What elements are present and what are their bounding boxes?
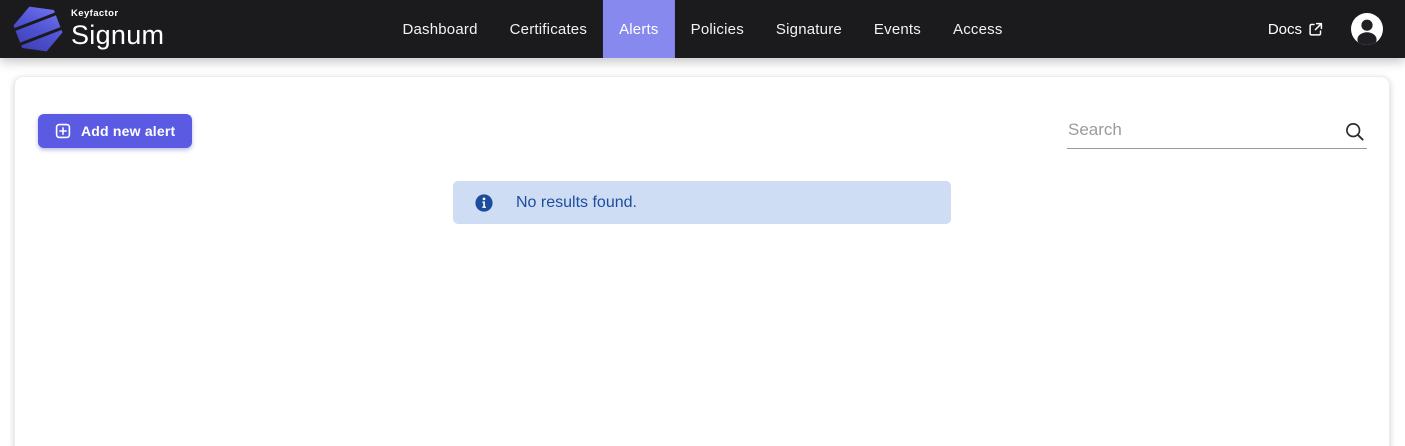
brand-product-name: Signum [71,22,164,49]
alerts-toolbar: Add new alert [15,77,1389,149]
user-avatar-button[interactable] [1350,12,1384,46]
docs-link[interactable]: Docs [1268,21,1323,38]
nav-item-certificates[interactable]: Certificates [494,0,603,58]
alerts-panel: Add new alert No results found. [14,76,1390,446]
docs-link-label: Docs [1268,21,1302,38]
main-navigation: Dashboard Certificates Alerts Policies S… [386,0,1018,58]
nav-item-policies[interactable]: Policies [675,0,760,58]
keyfactor-hexagon-icon [12,5,64,53]
brand-company-name: Keyfactor [71,9,164,19]
brand-logo[interactable]: Keyfactor Signum [0,5,164,53]
nav-item-alerts[interactable]: Alerts [603,0,675,58]
info-circle-icon [475,194,493,212]
magnifier-icon[interactable] [1344,121,1365,142]
external-link-icon [1308,22,1323,37]
nav-item-access[interactable]: Access [937,0,1019,58]
search-input[interactable] [1067,116,1367,149]
nav-item-dashboard[interactable]: Dashboard [386,0,493,58]
nav-item-signature[interactable]: Signature [760,0,858,58]
nav-item-events[interactable]: Events [858,0,937,58]
add-new-alert-button[interactable]: Add new alert [38,114,192,148]
add-new-alert-label: Add new alert [81,123,175,139]
account-circle-icon [1350,12,1384,46]
plus-square-icon [55,123,71,139]
navbar-right-section: Docs [1268,12,1405,46]
search-field [1067,116,1367,149]
top-navbar: Keyfactor Signum Dashboard Certificates … [0,0,1405,58]
no-results-message: No results found. [516,194,637,212]
no-results-alert: No results found. [453,181,951,224]
